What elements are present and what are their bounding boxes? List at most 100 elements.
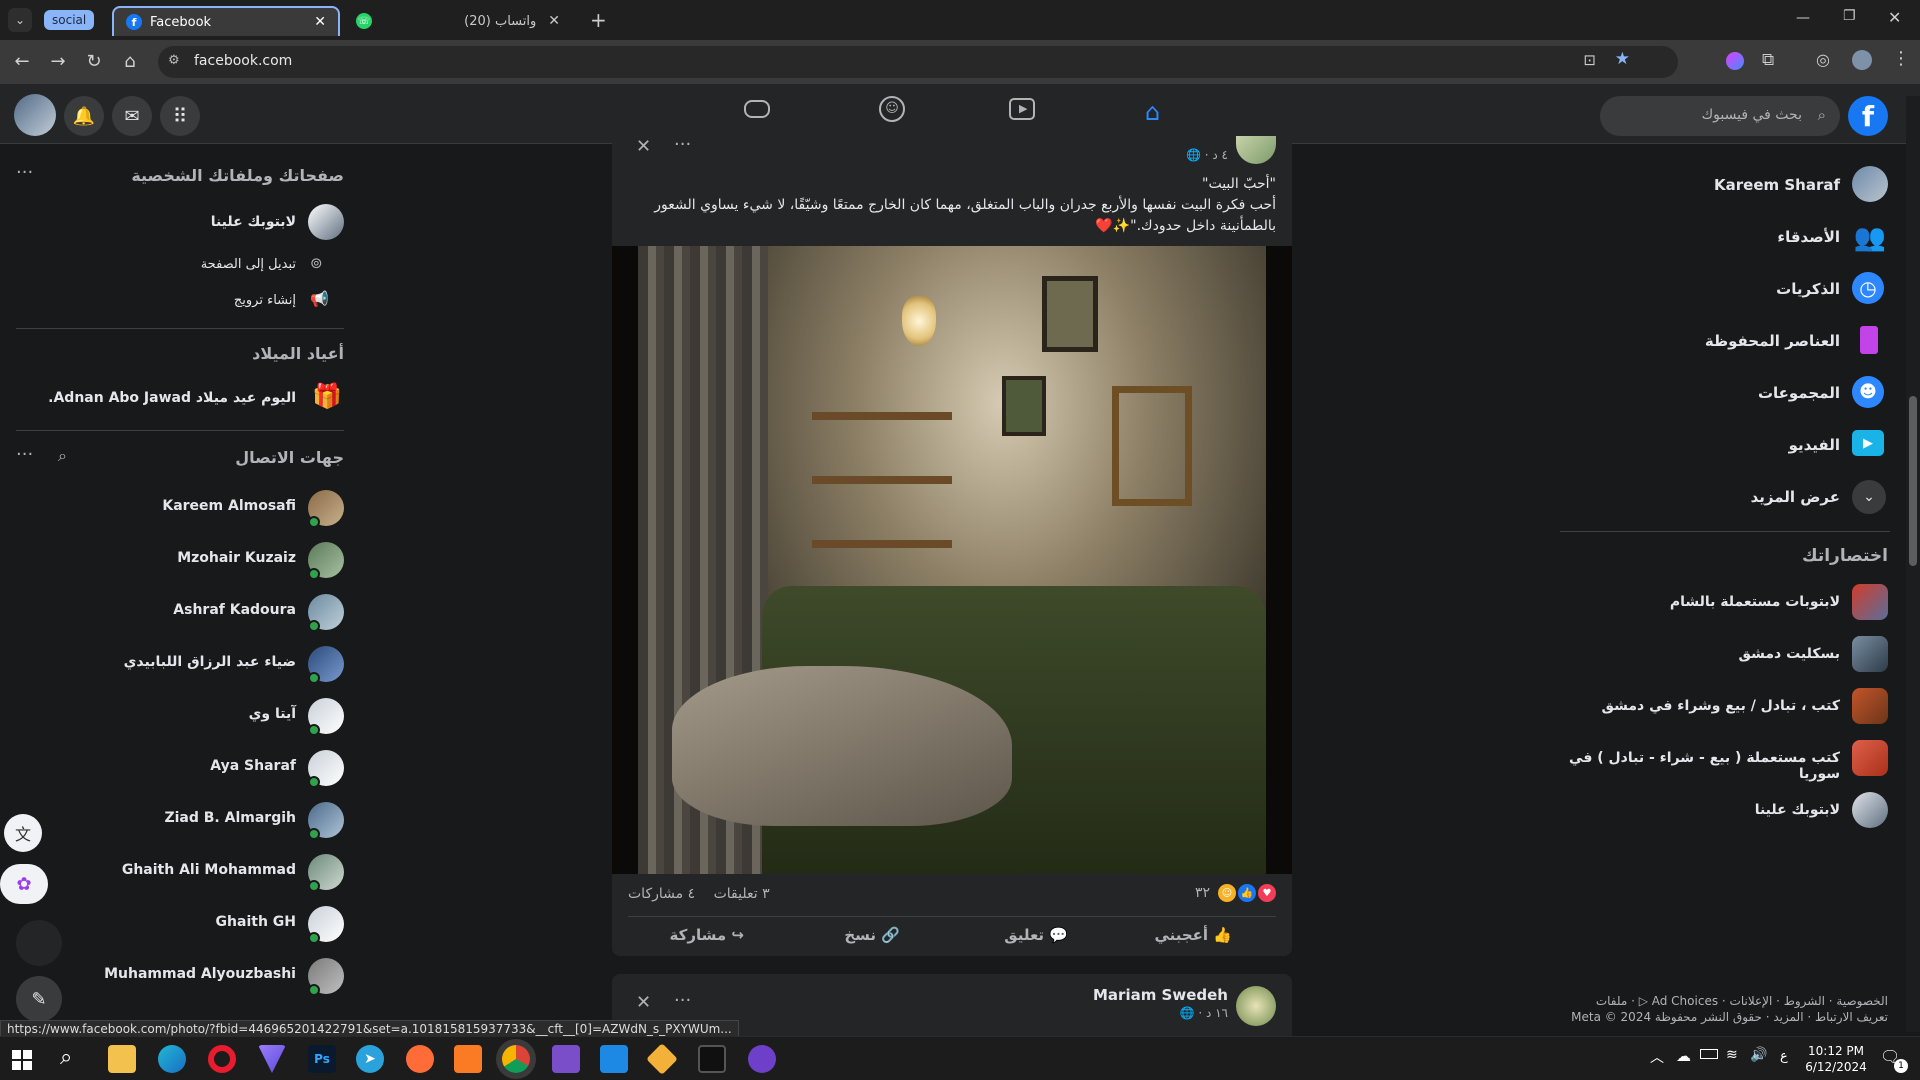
user-name[interactable]: Kareem Sharaf [1714, 176, 1840, 194]
nav-tab-gaming[interactable] [700, 84, 826, 143]
nav-item-see-more[interactable]: عرض المزيد [1751, 488, 1840, 506]
post-author-avatar[interactable] [1236, 986, 1276, 1026]
extension-icon[interactable] [1726, 52, 1744, 70]
close-tab-icon[interactable]: ✕ [548, 13, 560, 29]
search-input[interactable]: ⌕ بحث في فيسبوك [1600, 96, 1840, 136]
switch-to-page-link[interactable]: تبديل إلى الصفحة [201, 257, 296, 272]
post-more-options-icon[interactable]: ··· [674, 134, 691, 155]
contact-item[interactable]: Ghaith Ali Mohammad [0, 848, 360, 896]
notifications-bell-icon[interactable]: 🔔 [64, 96, 104, 136]
windows-start-icon[interactable] [12, 1050, 32, 1070]
install-app-icon[interactable]: ⊡ [1583, 51, 1596, 69]
account-avatar[interactable] [14, 94, 56, 136]
contact-item[interactable]: Ziad B. Almargih [0, 796, 360, 844]
site-info-icon[interactable]: ⚙ [168, 53, 180, 68]
ai-brain-widget-icon[interactable]: ✿ [0, 864, 48, 904]
footer-links[interactable]: الخصوصية · الشروط · الإعلانات · Ad Choic… [1596, 994, 1888, 1008]
post-author-avatar[interactable] [1236, 136, 1276, 164]
chrome-icon[interactable] [502, 1045, 530, 1073]
comments-count[interactable]: ٣ تعليقات [714, 886, 770, 902]
more-options-icon[interactable]: ··· [16, 444, 33, 465]
nav-tab-groups[interactable]: ☺ [831, 84, 957, 143]
create-promotion-link[interactable]: إنشاء ترويج [234, 293, 296, 308]
scrollbar-thumb[interactable] [1909, 396, 1917, 566]
github-icon[interactable] [748, 1045, 776, 1073]
bookmark-star-icon[interactable]: ★ [1615, 49, 1630, 69]
close-window-icon[interactable]: ✕ [1888, 8, 1901, 27]
reactions-summary[interactable]: ♥ 👍 ☺ ٣٢ [1195, 884, 1276, 902]
page-scrollbar[interactable] [1906, 96, 1920, 1032]
contact-item[interactable]: Kareem Almosafi [0, 484, 360, 532]
reload-icon[interactable]: ↻ [82, 50, 106, 74]
post-time[interactable]: ٤ د · 🌐 [1186, 148, 1228, 162]
profile-avatar-icon[interactable] [1852, 50, 1872, 70]
page-avatar[interactable] [308, 204, 344, 240]
facebook-logo-icon[interactable]: f [1848, 96, 1888, 136]
like-button[interactable]: 👍 أعجبني [1154, 926, 1232, 944]
nav-item-friends[interactable]: الأصدقاء [1777, 228, 1840, 246]
browser-menu-icon[interactable]: ⋮ [1892, 48, 1910, 69]
new-message-icon[interactable]: ✎ [16, 976, 62, 1022]
post-time[interactable]: ١٦ د · 🌐 [1180, 1006, 1228, 1020]
address-bar[interactable]: ⚙ facebook.com ⊡ ★ [158, 46, 1678, 78]
post-author-name[interactable]: Mariam Swedeh [1093, 986, 1228, 1004]
search-contacts-icon[interactable]: ⌕ [58, 446, 67, 466]
birthday-text[interactable]: اليوم عيد ميلاد Adnan Abo Jawad. [48, 390, 296, 406]
search-icon[interactable]: ⌕ [60, 1045, 72, 1070]
contact-item[interactable]: Aya Sharaf [0, 744, 360, 792]
shortcut-item[interactable]: لابتوبات مستعملة بالشام [1670, 594, 1840, 610]
nav-tab-home[interactable]: ⌂ [1095, 84, 1221, 143]
menu-grid-icon[interactable]: ⠿ [160, 96, 200, 136]
postman-icon[interactable] [406, 1045, 434, 1073]
nav-item-memories[interactable]: الذكريات [1776, 280, 1840, 298]
share-button[interactable]: ↪ مشاركة [670, 926, 744, 944]
contact-item[interactable]: آيتا وي [0, 692, 360, 740]
telegram-icon[interactable]: ➤ [356, 1045, 384, 1073]
visual-studio-icon[interactable] [552, 1045, 580, 1073]
contact-item[interactable]: Mzohair Kuzaiz [0, 536, 360, 584]
comment-button[interactable]: 💬 تعليق [1004, 926, 1068, 944]
edge-icon[interactable] [158, 1045, 186, 1073]
forward-icon[interactable]: → [46, 50, 70, 74]
shortcut-item[interactable]: بسكليت دمشق [1739, 646, 1841, 662]
language-indicator[interactable]: ع [1780, 1049, 1788, 1064]
translate-widget-icon[interactable]: 文 [4, 814, 42, 852]
tab-search-button[interactable]: ⌄ [8, 8, 32, 32]
tab-facebook[interactable]: f Facebook ✕ [112, 6, 340, 36]
file-explorer-icon[interactable] [108, 1045, 136, 1073]
tray-chevron-icon[interactable]: ︿ [1650, 1047, 1664, 1067]
vscode-icon[interactable] [600, 1045, 628, 1073]
volume-icon[interactable]: 🔊 [1750, 1047, 1767, 1063]
copy-link-button[interactable]: 🔗 نسخ [844, 926, 900, 944]
nav-tab-video[interactable]: ▶ [963, 84, 1089, 143]
contact-item[interactable]: Ashraf Kadoura [0, 588, 360, 636]
more-options-icon[interactable]: ··· [16, 162, 33, 183]
opera-icon[interactable] [208, 1045, 236, 1073]
messenger-icon[interactable]: ✉ [112, 96, 152, 136]
contact-item[interactable]: ضياء عبد الرزاق اللبابيدي [0, 640, 360, 688]
nav-item-video[interactable]: الفيديو [1789, 436, 1840, 454]
terminal-icon[interactable] [698, 1045, 726, 1073]
tab-group-chip[interactable]: social [44, 10, 95, 30]
close-post-icon[interactable]: ✕ [636, 992, 651, 1013]
back-icon[interactable]: ← [10, 50, 34, 74]
close-post-icon[interactable]: ✕ [636, 136, 651, 157]
wifi-icon[interactable]: ≋ [1726, 1047, 1738, 1063]
post-more-options-icon[interactable]: ··· [674, 990, 691, 1011]
minimize-icon[interactable]: — [1796, 10, 1810, 26]
cloud-icon[interactable]: ☁ [1676, 1047, 1691, 1065]
extensions-puzzle-icon[interactable]: ⧉ [1762, 50, 1774, 70]
performance-icon[interactable]: ◎ [1816, 50, 1830, 69]
user-avatar[interactable] [1852, 166, 1888, 202]
nav-item-saved[interactable]: العناصر المحفوظة [1705, 332, 1840, 350]
clock[interactable]: 10:12 PM 6/12/2024 [1800, 1043, 1872, 1075]
photoshop-icon[interactable]: Ps [308, 1045, 336, 1073]
shortcut-item[interactable]: كتب ، تبادل / بيع وشراء في دمشق [1601, 698, 1840, 714]
restore-icon[interactable]: ❐ [1843, 8, 1856, 24]
vpn-icon[interactable] [258, 1045, 286, 1073]
shortcut-item[interactable]: لابتوبك علينا [1755, 802, 1840, 818]
placeholder-widget[interactable] [16, 920, 62, 966]
battery-icon[interactable] [1700, 1049, 1718, 1059]
page-name[interactable]: لابتوبك علينا [211, 214, 296, 230]
shortcut-item[interactable]: كتب مستعملة ( بيع - شراء - تبادل ) في سو… [1550, 750, 1840, 782]
